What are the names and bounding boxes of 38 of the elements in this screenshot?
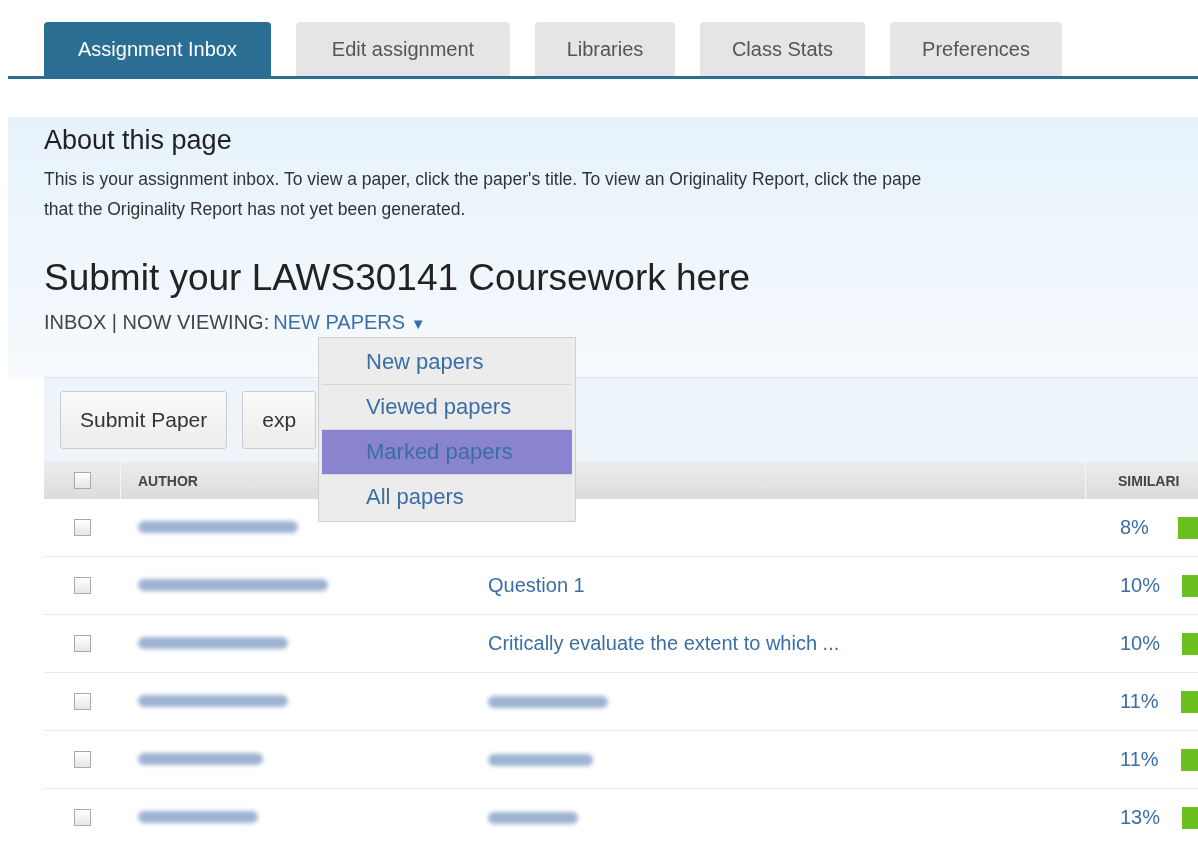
tab[interactable]: Class Stats	[700, 22, 865, 76]
section-heading: About this page	[44, 125, 233, 156]
similarity-score[interactable]: 11%	[1120, 690, 1159, 713]
row-checkbox[interactable]	[73, 693, 91, 710]
toolbar-button[interactable]: Submit Paper	[60, 391, 228, 449]
similarity-bar	[1180, 748, 1198, 771]
tab[interactable]: Preferences	[890, 22, 1062, 76]
similarity-score[interactable]: 10%	[1120, 632, 1160, 655]
similarity-score[interactable]: 8%	[1120, 516, 1156, 539]
column-header: SIMILARI	[1118, 472, 1180, 489]
paper-title-link[interactable]: Question 1	[488, 574, 585, 596]
select-all-checkbox[interactable]	[73, 472, 91, 489]
similarity-bar	[1182, 806, 1198, 829]
similarity-score[interactable]: 13%	[1120, 806, 1160, 829]
similarity-score[interactable]: 10%	[1120, 574, 1160, 597]
breadcrumb-text: INBOX | NOW VIEWING:	[44, 311, 270, 333]
filter-link[interactable]: NEW PAPERS ▼	[273, 311, 426, 333]
tab[interactable]: Assignment Inbox	[44, 22, 271, 76]
assignment-title: Submit your LAWS30141 Coursework here	[44, 257, 752, 299]
tab[interactable]: Edit assignment	[296, 22, 510, 76]
tab[interactable]: Libraries	[535, 22, 675, 76]
menu-item[interactable]: All papers	[322, 475, 572, 519]
row-checkbox[interactable]	[73, 751, 91, 768]
column-header: AUTHOR	[138, 472, 198, 489]
description-text: This is your assignment inbox. To view a paper, click the paper's title. To view an Originality Report, click the pape	[44, 168, 923, 191]
description-text: that the Originality Report has not yet been generated.	[44, 198, 467, 221]
toolbar-button[interactable]: exp	[242, 391, 317, 449]
similarity-bar	[1182, 574, 1198, 597]
menu-item[interactable]: New papers	[322, 340, 572, 385]
similarity-score[interactable]: 11%	[1120, 748, 1159, 771]
similarity-bar	[1180, 690, 1198, 713]
row-checkbox[interactable]	[73, 809, 91, 826]
row-checkbox[interactable]	[73, 635, 91, 652]
row-checkbox[interactable]	[73, 577, 91, 594]
similarity-bar	[1178, 516, 1198, 539]
similarity-bar	[1182, 632, 1198, 655]
row-checkbox[interactable]	[73, 519, 91, 536]
paper-title-link[interactable]: Critically evaluate the extent to which ...	[488, 632, 840, 654]
